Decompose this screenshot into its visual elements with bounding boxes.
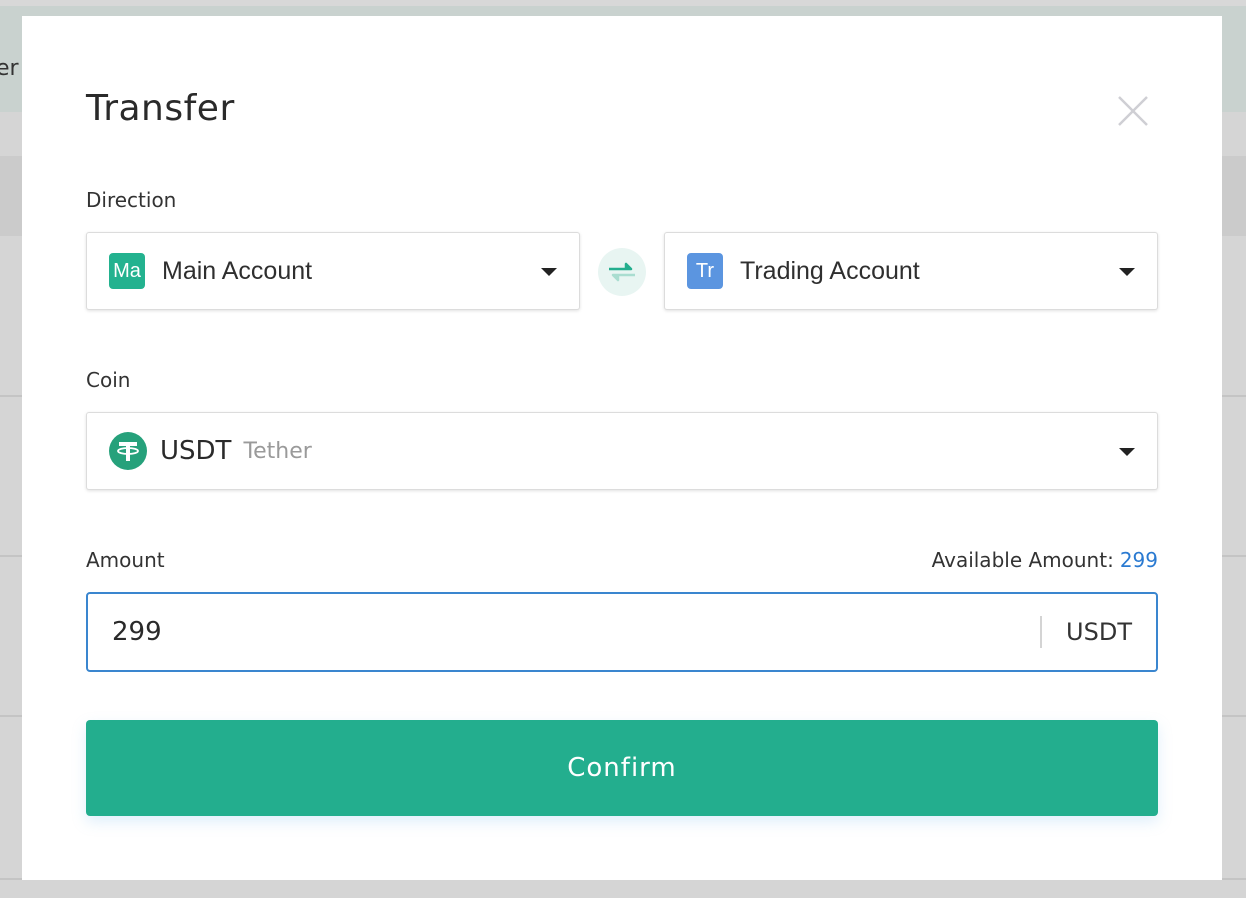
from-account-select[interactable]: Ma Main Account [86, 232, 580, 310]
chevron-down-icon [1119, 268, 1135, 276]
from-account-label: Main Account [162, 256, 313, 285]
chevron-down-icon [541, 268, 557, 276]
modal-title: Transfer [86, 88, 235, 129]
close-button[interactable] [1116, 94, 1150, 128]
available-amount-value[interactable]: 299 [1120, 548, 1158, 572]
confirm-button[interactable]: Confirm [86, 720, 1158, 816]
main-account-badge: Ma [109, 253, 145, 289]
transfer-modal: Transfer Direction Ma Main Account Tr Tr… [22, 16, 1222, 880]
trading-account-badge: Tr [687, 253, 723, 289]
swap-arrows-icon [609, 262, 635, 282]
amount-input[interactable] [88, 617, 1041, 647]
coin-label: Coin [86, 368, 131, 392]
coin-select[interactable]: USDT Tether [86, 412, 1158, 490]
to-account-label: Trading Account [740, 256, 920, 285]
background-header-text: er [0, 56, 19, 81]
amount-divider [1040, 616, 1043, 648]
tether-icon [109, 432, 147, 470]
swap-direction-button[interactable] [598, 248, 646, 296]
available-amount: Available Amount: 299 [932, 548, 1158, 572]
amount-field: USDT [86, 592, 1158, 672]
coin-symbol: USDT [160, 436, 232, 466]
to-account-select[interactable]: Tr Trading Account [664, 232, 1158, 310]
coin-name: Tether [243, 438, 312, 464]
available-amount-label: Available Amount: [931, 548, 1114, 572]
direction-label: Direction [86, 188, 177, 212]
amount-unit: USDT [1066, 618, 1132, 646]
close-icon [1118, 96, 1148, 126]
chevron-down-icon [1119, 448, 1135, 456]
amount-label: Amount [86, 548, 165, 572]
